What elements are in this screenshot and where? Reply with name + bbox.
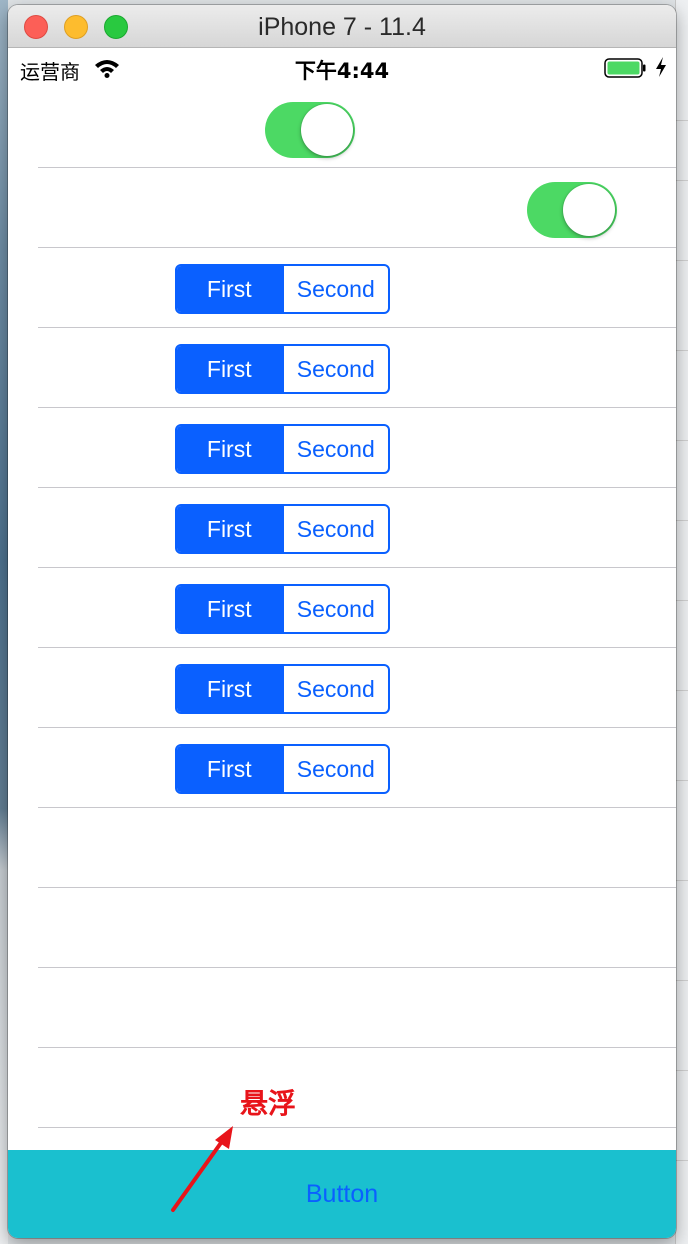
segment-first[interactable]: First <box>177 506 282 552</box>
table-row[interactable]: First Second <box>8 568 676 648</box>
battery-icon <box>604 58 646 78</box>
table-row[interactable]: First Second <box>8 488 676 568</box>
segment-second[interactable]: Second <box>281 426 389 472</box>
annotation-label: 悬浮 <box>240 1087 297 1120</box>
segment-first[interactable]: First <box>177 346 282 392</box>
title-bar[interactable]: iPhone 7 - 11.4 <box>8 5 676 48</box>
segment-second[interactable]: Second <box>281 506 389 552</box>
status-bar: 运营商 下午4:44 <box>8 48 676 88</box>
toggle-switch[interactable] <box>265 102 355 158</box>
table-row[interactable] <box>8 808 676 888</box>
toggle-switch[interactable] <box>527 182 617 238</box>
segment-second[interactable]: Second <box>281 746 389 792</box>
desktop-background <box>0 0 8 1244</box>
switch-knob <box>563 184 615 236</box>
row-separator <box>38 1127 676 1128</box>
table-row[interactable] <box>8 1048 676 1128</box>
annotation-arrow-icon <box>171 1126 233 1212</box>
switch-knob <box>301 104 353 156</box>
table-row[interactable] <box>8 88 676 168</box>
table-row[interactable]: First Second <box>8 328 676 408</box>
segment-second[interactable]: Second <box>281 266 389 312</box>
table-row[interactable] <box>8 888 676 968</box>
segment-second[interactable]: Second <box>281 346 389 392</box>
table-row[interactable]: First Second <box>8 728 676 808</box>
table-row[interactable] <box>8 968 676 1048</box>
segment-first[interactable]: First <box>177 666 282 712</box>
segment-second[interactable]: Second <box>281 666 389 712</box>
table-row[interactable]: First Second <box>8 648 676 728</box>
segment-first[interactable]: First <box>177 746 282 792</box>
segment-second[interactable]: Second <box>281 586 389 632</box>
window-title: iPhone 7 - 11.4 <box>258 13 426 41</box>
simulator-window: iPhone 7 - 11.4 运营商 下午4:44 First Second … <box>8 5 676 1238</box>
table-row[interactable]: First Second <box>8 408 676 488</box>
segmented-control[interactable]: First Second <box>175 504 390 554</box>
segmented-control[interactable]: First Second <box>175 424 390 474</box>
background-window <box>675 0 688 1244</box>
segment-first[interactable]: First <box>177 266 282 312</box>
segmented-control[interactable]: First Second <box>175 344 390 394</box>
segment-first[interactable]: First <box>177 586 282 632</box>
segmented-control[interactable]: First Second <box>175 744 390 794</box>
segmented-control[interactable]: First Second <box>175 584 390 634</box>
segmented-control[interactable]: First Second <box>175 664 390 714</box>
charging-bolt-icon <box>656 57 666 77</box>
status-time: 下午4:44 <box>294 59 390 83</box>
table-view[interactable]: First Second First Second First Second F… <box>8 88 676 1150</box>
segment-first[interactable]: First <box>177 426 282 472</box>
floating-button[interactable]: Button <box>8 1150 676 1238</box>
table-row[interactable] <box>8 168 676 248</box>
table-row[interactable]: First Second <box>8 248 676 328</box>
segmented-control[interactable]: First Second <box>175 264 390 314</box>
